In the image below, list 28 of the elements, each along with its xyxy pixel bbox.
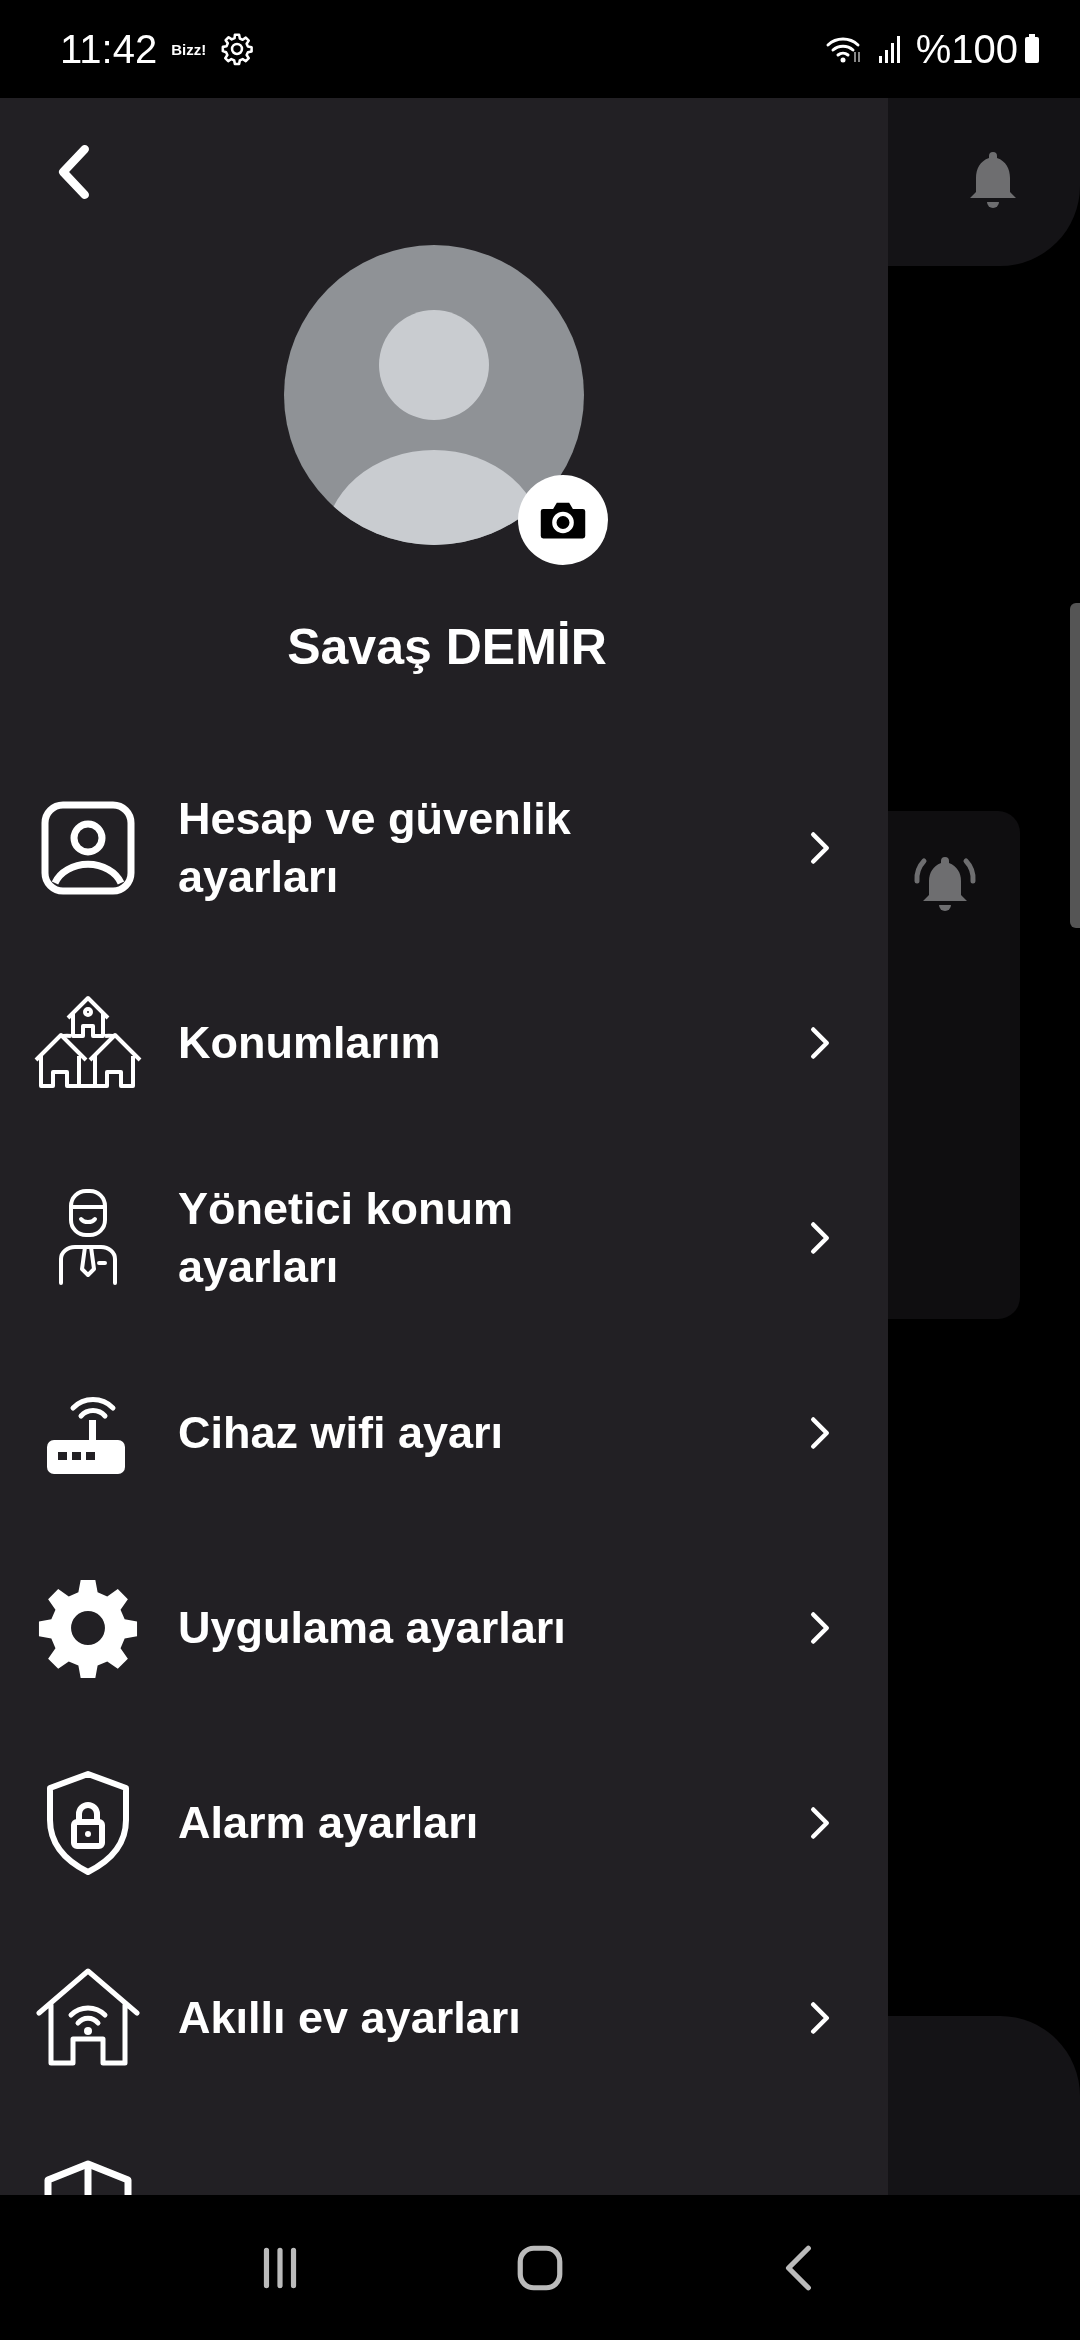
- chevron-right-icon: [808, 1024, 832, 1061]
- menu-label: Konumlarım: [178, 1015, 442, 1070]
- menu-item[interactable]: Uygulama ayarları: [0, 1530, 888, 1725]
- menu-item[interactable]: Cihaz wifi ayarı: [0, 1335, 888, 1530]
- menu-label: Alarm ayarları: [178, 1795, 480, 1850]
- chevron-right-icon: [808, 1414, 832, 1451]
- chevron-right-icon: [808, 1219, 832, 1256]
- chevron-right-icon: [808, 1609, 832, 1646]
- menu-item[interactable]: Akıllı ev ayarları: [0, 1920, 888, 2115]
- chevron-right-icon: [808, 1804, 832, 1841]
- chevron-right-icon: [808, 829, 832, 866]
- battery-level: %100: [915, 26, 1018, 72]
- menu-label: Uygulama ayarları: [178, 1600, 567, 1655]
- chevron-right-icon: [808, 1999, 832, 2036]
- menu-item[interactable]: Hesap ve güvenlik ayarları: [0, 750, 888, 945]
- menu-label: Akıllı ev ayarları: [178, 1990, 522, 2045]
- signal-icon: [877, 34, 902, 64]
- battery-icon: [1024, 34, 1040, 64]
- app-notification-label: Bizz!: [171, 40, 207, 58]
- menu-item[interactable]: Alarm ayarları: [0, 1725, 888, 1920]
- menu-label: Yönetici konum ayarları: [178, 1181, 515, 1294]
- settings-icon: [220, 32, 255, 66]
- status-time: 11:42: [60, 26, 158, 72]
- menu-item[interactable]: Yönetici konum ayarları: [0, 1140, 888, 1335]
- profile-name: Savaş DEMİR: [286, 618, 608, 677]
- menu-label: Cihaz wifi ayarı: [178, 1405, 505, 1460]
- menu-item[interactable]: Konumlarım: [0, 945, 888, 1140]
- menu-label: Hesap ve güvenlik ayarları: [178, 791, 572, 904]
